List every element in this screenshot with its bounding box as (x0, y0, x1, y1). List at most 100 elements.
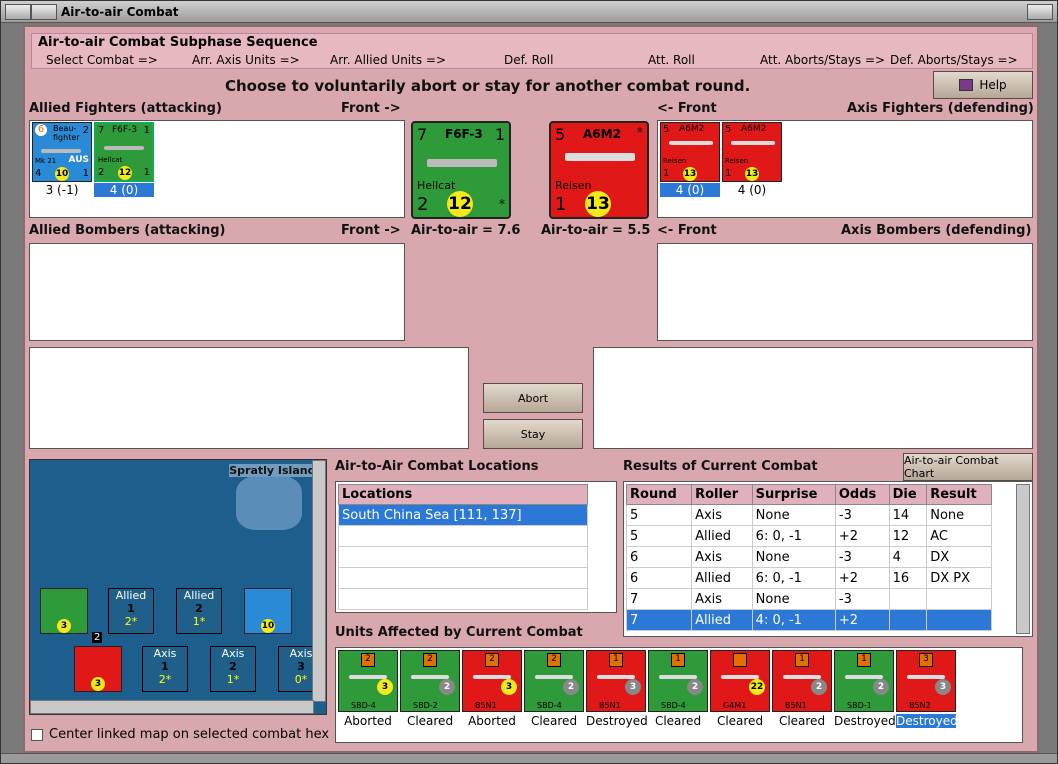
affected-unit-counter[interactable]: 2 2 SBD-4 (524, 650, 584, 712)
affected-unit-counter[interactable]: 22 G4M1 (710, 650, 770, 712)
sequence-header: Air-to-air Combat Subphase Sequence (38, 35, 318, 50)
location-row-empty (338, 525, 588, 547)
cell: 6: 0, -1 (751, 567, 836, 589)
center-map-checkbox[interactable] (31, 729, 43, 741)
cell: 7 (625, 609, 693, 631)
front-allied-counter[interactable]: 7 F6F-3 1 Hellcat 2 12 * (411, 121, 511, 219)
counter-bottom-left: 1 (663, 168, 670, 179)
counter-bottom-right: 1 (143, 167, 150, 178)
allied-fighter-counter[interactable]: 6 Beau-fighter 2 Mk 21 AUS 4 10 1 (32, 122, 92, 182)
result-row[interactable]: 5 Axis None -3 14 None (625, 504, 992, 526)
map-horizontal-scrollbar[interactable] (30, 700, 314, 714)
abort-button[interactable]: Abort (483, 383, 583, 413)
aircraft-icon (411, 675, 449, 679)
cell-sub: 2* (158, 673, 172, 686)
result-row[interactable]: 6 Allied 6: 0, -1 +2 16 DX PX (625, 567, 992, 589)
factor-circle: 2 (563, 679, 579, 695)
window-minimize-icon[interactable] (31, 4, 57, 20)
affected-unit-counter[interactable]: 1 3 B5N1 (586, 650, 646, 712)
map-vertical-scrollbar[interactable] (312, 460, 326, 702)
locations-header: Locations (338, 484, 588, 505)
counter-sub: Reisen (555, 179, 592, 192)
map-axis-cell[interactable]: Axis 1 2* (142, 646, 188, 692)
map-axis-cell[interactable]: Axis 2 1* (210, 646, 256, 692)
map-allied-cell[interactable]: Allied 1 2* (108, 588, 154, 634)
affected-title: Units Affected by Current Combat (335, 625, 583, 640)
combat-chart-button[interactable]: Air-to-air Combat Chart (903, 453, 1033, 481)
col-odds[interactable]: Odds (834, 484, 890, 505)
cell: 6: 0, -1 (751, 525, 836, 547)
counter-name: F6F-3 (112, 125, 138, 135)
cell-num: 2 (195, 602, 203, 615)
axis-bombers-front: <- Front (657, 223, 717, 238)
step-att-roll: Att. Roll (648, 53, 695, 67)
affected-unit-counter[interactable]: 3 3 B5N2 (896, 650, 956, 712)
col-die[interactable]: Die (888, 484, 928, 505)
counter-sub: Hellcat (98, 156, 123, 164)
allied-fighter-counter[interactable]: 7 F6F-3 1 Hellcat 2 12 1 (94, 122, 154, 182)
affected-unit-caption: Aborted (344, 714, 392, 728)
affected-unit-counter[interactable]: 2 2 SBD-2 (400, 650, 460, 712)
affected-unit-counter[interactable]: 2 3 B5N1 (462, 650, 522, 712)
step-att-aborts: Att. Aborts/Stays => (760, 53, 886, 67)
cell-label: Allied (183, 589, 215, 602)
help-button[interactable]: Help (933, 71, 1033, 99)
affected-unit-counter[interactable]: 1 2 SBD-4 (648, 650, 708, 712)
cell: Allied (691, 609, 753, 631)
axis-bombers-box (657, 243, 1033, 341)
affected-unit-caption: Cleared (716, 714, 764, 728)
axis-fighter-counter[interactable]: 5 A6M2 Reisen 1 13 (660, 122, 720, 182)
stay-button[interactable]: Stay (483, 419, 583, 449)
col-roller[interactable]: Roller (691, 484, 753, 505)
result-row[interactable]: 5 Allied 6: 0, -1 +2 12 AC (625, 525, 992, 547)
axis-fighter-counter[interactable]: 5 A6M2 Reisen 1 13 (722, 122, 782, 182)
map-allied-stack[interactable]: 3 (40, 588, 88, 634)
result-row-selected[interactable]: 7 Allied 4: 0, -1 +2 (625, 609, 992, 631)
axis-fighters-title: Axis Fighters (defending) (847, 101, 1034, 116)
factor-circle: 3 (501, 679, 517, 695)
window-close-icon[interactable] (1027, 4, 1053, 20)
results-scrollbar[interactable] (1016, 484, 1030, 634)
cell: -3 (834, 504, 890, 526)
col-result[interactable]: Result (926, 484, 992, 505)
allied-notes-box (29, 347, 469, 449)
counter-top-right: 1 (494, 125, 505, 144)
counter-bottom-left: 2 (98, 167, 105, 178)
counter-name: SBD-4 (351, 701, 376, 710)
counter-sub: Mk 21 (35, 157, 57, 165)
counter-box: 1 (609, 653, 623, 667)
factor-circle: 12 (447, 191, 473, 217)
cell: DX PX (926, 567, 992, 589)
affected-unit-counter[interactable]: 2 3 SBD-4 (338, 650, 398, 712)
cell-label: Axis (221, 647, 245, 660)
aircraft-icon (845, 675, 883, 679)
locations-table: Locations South China Sea [111, 137] (338, 484, 588, 610)
map-axis-stack[interactable]: 3 (74, 646, 122, 692)
cell: None (751, 588, 836, 610)
window-menu-icon[interactable] (5, 4, 31, 20)
affected-unit-counter[interactable]: 1 2 SBD-1 (834, 650, 894, 712)
aircraft-icon (535, 675, 573, 679)
results-title: Results of Current Combat (623, 459, 818, 474)
map-allied-cell[interactable]: Allied 2 1* (176, 588, 222, 634)
front-axis-counter[interactable]: 5 A6M2 Reisen 1 13 * (549, 121, 649, 219)
col-surprise[interactable]: Surprise (751, 484, 836, 505)
allied-fighters-title: Allied Fighters (attacking) (29, 101, 222, 116)
cell: None (926, 504, 992, 526)
cell-sub: 2* (124, 615, 138, 628)
counter-sub: Reisen (663, 157, 687, 165)
col-round[interactable]: Round (625, 484, 693, 505)
location-row[interactable]: South China Sea [111, 137] (338, 504, 588, 526)
map-beaufighter-stack[interactable]: 10 (244, 588, 292, 634)
result-row[interactable]: 7 Axis None -3 (625, 588, 992, 610)
cell: 4: 0, -1 (751, 609, 836, 631)
result-row[interactable]: 6 Axis None -3 4 DX (625, 546, 992, 568)
cell: Axis (691, 546, 753, 568)
factor-circle: 2 (687, 679, 703, 695)
aircraft-icon (104, 146, 144, 150)
axis-air-to-air-value: Air-to-air = 5.5 (541, 223, 651, 238)
counter-bottom-right: 1 (82, 168, 89, 179)
mini-map[interactable]: Spratly Islands 3 Allied 1 2* Allied 2 1… (29, 459, 327, 715)
cell: 16 (888, 567, 928, 589)
affected-unit-counter[interactable]: 1 2 B5N1 (772, 650, 832, 712)
